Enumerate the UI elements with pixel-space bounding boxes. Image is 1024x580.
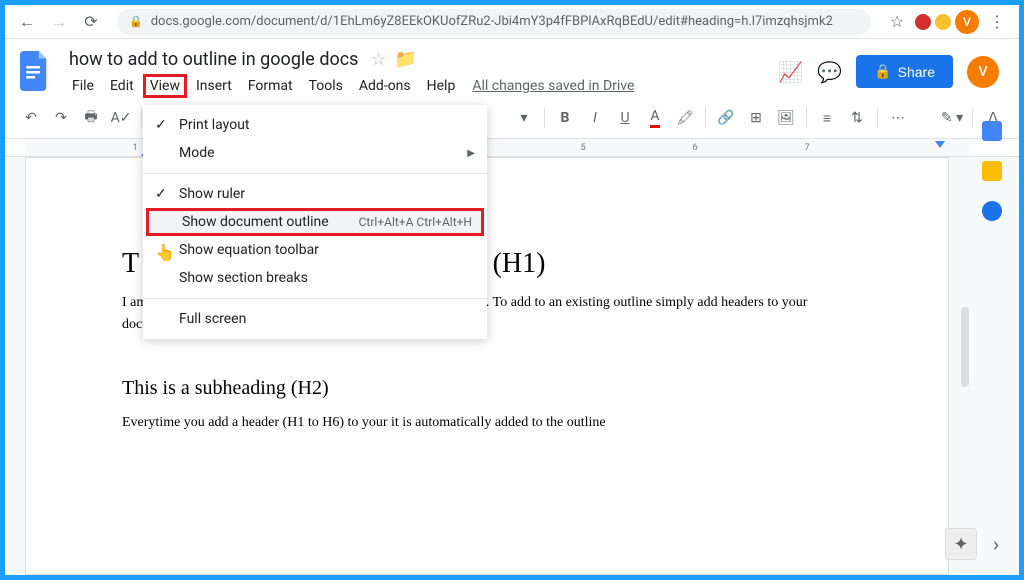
menu-label: Show equation toolbar — [179, 242, 319, 258]
ruler-tick: 5 — [580, 143, 585, 153]
underline-button[interactable]: U — [611, 104, 639, 132]
menu-separator — [143, 173, 487, 174]
h1-text-start: T — [122, 248, 139, 279]
h1-text-end: (H1) — [493, 248, 546, 279]
paragraph-2[interactable]: Everytime you add a header (H1 to H6) to… — [122, 412, 852, 434]
menu-help[interactable]: Help — [420, 74, 463, 98]
move-folder-icon[interactable]: 📁 — [395, 49, 417, 70]
more-button[interactable]: ⋯ — [884, 104, 912, 132]
italic-button[interactable]: I — [581, 104, 609, 132]
tasks-icon[interactable] — [982, 201, 1002, 221]
menu-label: Show section breaks — [179, 270, 308, 286]
heading-2[interactable]: This is a subheading (H2) — [122, 377, 852, 400]
comment-button[interactable]: ⊞ — [742, 104, 770, 132]
menu-tools[interactable]: Tools — [302, 74, 350, 98]
menu-label: Show document outline — [182, 214, 329, 230]
forward-button[interactable]: → — [45, 8, 73, 36]
keep-icon[interactable] — [982, 161, 1002, 181]
address-bar[interactable]: 🔒 docs.google.com/document/d/1EhLm6yZ8EE… — [117, 9, 871, 35]
align-button[interactable]: ≡ — [813, 104, 841, 132]
star-icon[interactable]: ☆ — [370, 49, 386, 70]
menu-full-screen[interactable]: Full screen — [143, 305, 487, 333]
menu-label: Print layout — [179, 117, 250, 133]
chrome-menu-icon[interactable]: ⋮ — [983, 8, 1011, 36]
line-spacing-button[interactable]: ⇅ — [843, 104, 871, 132]
menu-file[interactable]: File — [65, 74, 101, 98]
menu-addons[interactable]: Add-ons — [352, 74, 418, 98]
url-text: docs.google.com/document/d/1EhLm6yZ8EEkO… — [151, 14, 833, 29]
undo-button[interactable]: ↶ — [17, 104, 45, 132]
ruler-tick: 7 — [804, 143, 809, 153]
cursor-icon: 👆 — [155, 243, 175, 262]
extension-icon-1[interactable] — [915, 14, 931, 30]
document-title[interactable]: how to add to outline in google docs — [65, 47, 362, 72]
extension-icon-2[interactable] — [935, 14, 951, 30]
menu-insert[interactable]: Insert — [189, 74, 239, 98]
browser-toolbar: ← → ⟳ 🔒 docs.google.com/document/d/1EhLm… — [5, 5, 1019, 39]
menu-edit[interactable]: Edit — [103, 74, 141, 98]
menu-label: Full screen — [179, 311, 246, 327]
indent-marker-right[interactable] — [935, 141, 945, 148]
calendar-icon[interactable] — [982, 121, 1002, 141]
spellcheck-button[interactable]: A✓ — [107, 104, 135, 132]
editing-mode-button[interactable]: ✎ ▾ — [938, 104, 966, 132]
menu-print-layout[interactable]: ✓ Print layout — [143, 111, 487, 139]
link-button[interactable]: 🔗 — [712, 104, 740, 132]
ruler-tick: 6 — [692, 143, 697, 153]
comments-icon[interactable]: 💬 — [817, 60, 842, 84]
profile-avatar[interactable]: V — [955, 10, 979, 34]
activity-icon[interactable]: 📈 — [778, 60, 803, 84]
bookmark-star-icon[interactable]: ☆ — [883, 8, 911, 36]
side-panel — [970, 105, 1014, 221]
view-dropdown: ✓ Print layout Mode ▶ ✓ Show ruler Show … — [143, 105, 487, 339]
print-button[interactable]: 🖶 — [77, 104, 105, 132]
ruler-tick: 1 — [132, 143, 137, 153]
menu-bar: File Edit View Insert Format Tools Add-o… — [65, 74, 766, 98]
docs-logo[interactable] — [17, 47, 53, 95]
bold-button[interactable]: B — [551, 104, 579, 132]
share-label: Share — [898, 64, 935, 80]
lock-icon: 🔒 — [874, 63, 891, 80]
image-button[interactable]: 🖼 — [772, 104, 800, 132]
menu-view[interactable]: View — [143, 74, 187, 98]
reload-button[interactable]: ⟳ — [77, 8, 105, 36]
menu-label: Mode — [179, 145, 215, 161]
menu-show-equation-toolbar[interactable]: Show equation toolbar — [143, 236, 487, 264]
back-button[interactable]: ← — [13, 8, 41, 36]
font-dropdown-arrow[interactable]: ▾ — [510, 104, 538, 132]
menu-separator — [143, 298, 487, 299]
menu-show-document-outline[interactable]: Show document outline Ctrl+Alt+A Ctrl+Al… — [146, 208, 484, 236]
share-button[interactable]: 🔒 Share — [856, 55, 953, 88]
show-side-panel-button[interactable]: › — [993, 532, 999, 556]
explore-button[interactable]: ✦ — [945, 528, 977, 560]
docs-header: how to add to outline in google docs ☆ 📁… — [5, 39, 1019, 98]
menu-format[interactable]: Format — [241, 74, 300, 98]
save-status[interactable]: All changes saved in Drive — [472, 78, 634, 94]
account-avatar[interactable]: V — [967, 56, 999, 88]
menu-show-ruler[interactable]: ✓ Show ruler — [143, 180, 487, 208]
redo-button[interactable]: ↷ — [47, 104, 75, 132]
check-icon: ✓ — [155, 117, 167, 133]
menu-mode[interactable]: Mode ▶ — [143, 139, 487, 167]
menu-shortcut: Ctrl+Alt+A Ctrl+Alt+H — [359, 215, 472, 229]
menu-label: Show ruler — [179, 186, 245, 202]
check-icon: ✓ — [155, 186, 167, 202]
highlight-button[interactable]: 🖍 — [671, 104, 699, 132]
menu-show-section-breaks[interactable]: Show section breaks — [143, 264, 487, 292]
scrollbar[interactable] — [961, 307, 969, 387]
lock-icon: 🔒 — [129, 15, 143, 28]
text-color-button[interactable]: A — [641, 104, 669, 132]
submenu-arrow-icon: ▶ — [467, 148, 475, 159]
